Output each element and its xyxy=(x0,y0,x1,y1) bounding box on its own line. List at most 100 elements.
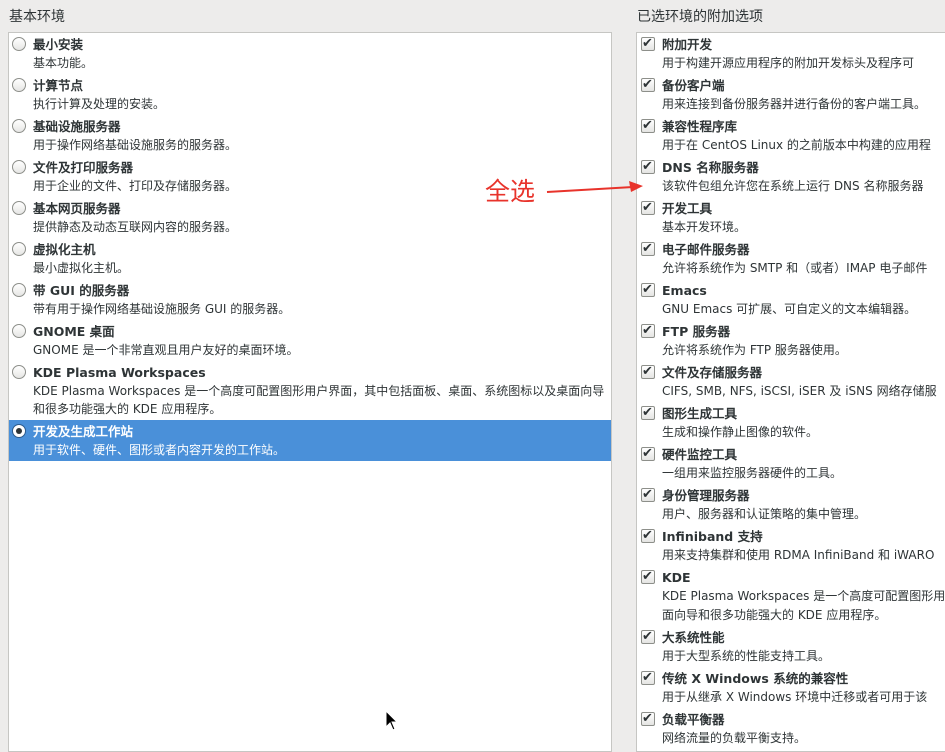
addons-list[interactable]: ✔ 附加开发 用于构建开源应用程序的附加开发标头及程序可 ✔ 备份客户端 用来连接到备份服… xyxy=(636,32,945,752)
checkbox[interactable]: ✔ xyxy=(641,528,655,543)
environment-name: KDE Plasma Workspaces xyxy=(33,365,206,380)
addon-description: GNU Emacs 可扩展、可自定义的文本编辑器。 xyxy=(662,302,917,316)
addon-description: 用于从继承 X Windows 环境中迁移或者可用于该 xyxy=(662,690,928,704)
addon-item[interactable]: ✔ 文件及存储服务器 CIFS, SMB, NFS, iSCSI, iSER 及 i… xyxy=(637,361,945,402)
radio-button[interactable] xyxy=(12,37,26,51)
addon-item[interactable]: ✔ Infiniband 支持 用来支持集群和使用 RDMA InfiniBand … xyxy=(637,525,945,566)
checkbox[interactable]: ✔ xyxy=(641,323,655,338)
addon-item[interactable]: ✔ KDE KDE Plasma Workspaces 是一个高度可配置图形用 面向导… xyxy=(637,566,945,626)
base-environment-list[interactable]: 最小安装基本功能。计算节点 执行计算及处理的安装。 基础设施服务器 用于操作网络基础设… xyxy=(8,32,612,752)
environment-item[interactable]: 计算节点 执行计算及处理的安装。 xyxy=(9,74,611,115)
environment-item[interactable]: 基础设施服务器 用于操作网络基础设施服务的服务器。 xyxy=(9,115,611,156)
addon-description: 基本开发环境。 xyxy=(662,220,747,234)
environment-name: 带 GUI 的服务器 xyxy=(33,283,130,298)
checkbox[interactable]: ✔ xyxy=(641,77,655,92)
radio-button[interactable] xyxy=(12,242,26,256)
addons-title: 已选环境的附加选项 xyxy=(637,9,763,25)
radio-button[interactable] xyxy=(12,160,26,174)
addon-name: 身份管理服务器 xyxy=(662,488,750,503)
environment-name: 最小安装 xyxy=(33,37,84,52)
addon-name: 文件及存储服务器 xyxy=(662,365,763,380)
checkmark-icon: ✔ xyxy=(642,77,653,92)
checkmark-icon: ✔ xyxy=(642,405,653,420)
environment-name: 计算节点 xyxy=(33,78,84,93)
addon-item[interactable]: ✔ 开发工具基本开发环境。 xyxy=(637,197,945,238)
environment-description: 用于操作网络基础设施服务的服务器。 xyxy=(33,138,238,152)
addon-description-line2: 面向导和很多功能强大的 KDE 应用程序。 xyxy=(662,608,887,622)
checkbox[interactable]: ✔ xyxy=(641,159,655,174)
addon-item[interactable]: ✔ 硬件监控工具 一组用来监控服务器硬件的工具。 xyxy=(637,443,945,484)
addon-item[interactable]: ✔ Emacs GNU Emacs 可扩展、可自定义的文本编辑器。 xyxy=(637,279,945,320)
addon-description: 网络流量的负载平衡支持。 xyxy=(662,731,807,745)
checkbox[interactable]: ✔ xyxy=(641,405,655,420)
addon-name: 图形生成工具 xyxy=(662,406,738,421)
checkbox[interactable]: ✔ xyxy=(641,629,655,644)
addon-item[interactable]: ✔ FTP 服务器 允许将系统作为 FTP 服务器使用。 xyxy=(637,320,945,361)
base-environment-title: 基本环境 xyxy=(9,9,65,25)
checkbox[interactable]: ✔ xyxy=(641,364,655,379)
radio-selected-dot-icon xyxy=(16,428,22,434)
addon-item[interactable]: ✔ 备份客户端 用来连接到备份服务器并进行备份的客户端工具。 xyxy=(637,74,945,115)
checkmark-icon: ✔ xyxy=(642,241,653,256)
checkbox[interactable]: ✔ xyxy=(641,569,655,584)
addon-name: 开发工具 xyxy=(662,201,713,216)
addon-item[interactable]: ✔ 兼容性程序库 用于在 CentOS Linux 的之前版本中构建的应用程 xyxy=(637,115,945,156)
radio-button[interactable] xyxy=(12,119,26,133)
addon-item[interactable]: ✔ 传统 X Windows 系统的兼容性 用于从继承 X Windows 环境中迁… xyxy=(637,667,945,708)
environment-description: KDE Plasma Workspaces 是一个高度可配置图形用户界面，其中包… xyxy=(33,384,605,416)
addon-description: 用于大型系统的性能支持工具。 xyxy=(662,649,831,663)
annotation-select-all-label: 全选 xyxy=(485,177,536,206)
checkbox[interactable]: ✔ xyxy=(641,670,655,685)
checkbox[interactable]: ✔ xyxy=(641,446,655,461)
environment-item[interactable]: 最小安装 基本功能。 xyxy=(9,33,611,74)
radio-button[interactable] xyxy=(12,201,26,215)
addon-name: 附加开发 xyxy=(662,37,713,52)
radio-button[interactable] xyxy=(12,424,26,438)
checkbox[interactable]: ✔ xyxy=(641,282,655,297)
addon-item[interactable]: ✔ 负载平衡器网络流量的负载平衡支持。 xyxy=(637,708,945,749)
radio-button[interactable] xyxy=(12,283,26,297)
environment-description: 带有用于操作网络基础设施服务 GUI 的服务器。 xyxy=(33,302,291,316)
addon-item[interactable]: ✔ 附加开发 用于构建开源应用程序的附加开发标头及程序可 xyxy=(637,33,945,74)
environment-description: 用于软件、硬件、图形或者内容开发的工作站。 xyxy=(33,443,286,457)
addon-name: 负载平衡器 xyxy=(662,712,725,727)
addon-description: 允许将系统作为 SMTP 和（或者）IMAP 电子邮件 xyxy=(662,261,928,275)
annotation-arrow-icon xyxy=(546,181,643,193)
addon-description: 用于在 CentOS Linux 的之前版本中构建的应用程 xyxy=(662,138,931,152)
environment-description: 基本功能。 xyxy=(33,56,94,70)
checkmark-icon: ✔ xyxy=(642,282,653,297)
addon-description: 用来支持集群和使用 RDMA InfiniBand 和 iWARO xyxy=(662,548,935,562)
environment-item[interactable]: KDE Plasma Workspaces KDE Plasma Workspac… xyxy=(9,361,611,420)
addon-item[interactable]: ✔ 图形生成工具生成和操作静止图像的软件。 xyxy=(637,402,945,443)
environment-description: 提供静态及动态互联网内容的服务器。 xyxy=(33,220,238,234)
checkmark-icon: ✔ xyxy=(642,629,653,644)
environment-item[interactable]: GNOME 桌面 GNOME 是一个非常直观且用户友好的桌面环境。 xyxy=(9,320,611,361)
checkmark-icon: ✔ xyxy=(642,200,653,215)
addon-name: Emacs xyxy=(662,283,707,298)
radio-button[interactable] xyxy=(12,365,26,379)
checkbox[interactable]: ✔ xyxy=(641,487,655,502)
addon-item[interactable]: ✔ 身份管理服务器 用户、服务器和认证策略的集中管理。 xyxy=(637,484,945,525)
checkbox[interactable]: ✔ xyxy=(641,200,655,215)
checkbox[interactable]: ✔ xyxy=(641,241,655,256)
radio-button[interactable] xyxy=(12,78,26,92)
addon-description: 生成和操作静止图像的软件。 xyxy=(662,425,819,439)
environment-description: GNOME 是一个非常直观且用户友好的桌面环境。 xyxy=(33,343,299,357)
environment-item[interactable]: 开发及生成工作站 用于软件、硬件、图形或者内容开发的工作站。 xyxy=(9,420,611,461)
checkbox[interactable]: ✔ xyxy=(641,118,655,133)
addon-description: 该软件包组允许您在系统上运行 DNS 名称服务器 xyxy=(662,179,924,193)
environment-item[interactable]: 虚拟化主机 最小虚拟化主机。 xyxy=(9,238,611,279)
radio-button[interactable] xyxy=(12,324,26,338)
environment-item[interactable]: 带 GUI 的服务器带有用于操作网络基础设施服务 GUI 的服务器。 xyxy=(9,279,611,320)
checkmark-icon: ✔ xyxy=(642,323,653,338)
addon-name: DNS 名称服务器 xyxy=(662,160,759,175)
addon-name: 硬件监控工具 xyxy=(662,447,738,462)
environment-name: 虚拟化主机 xyxy=(33,242,96,257)
checkbox[interactable]: ✔ xyxy=(641,711,655,726)
addon-item[interactable]: ✔ 大系统性能 用于大型系统的性能支持工具。 xyxy=(637,626,945,667)
addon-description: CIFS, SMB, NFS, iSCSI, iSER 及 iSNS 网络存储服 xyxy=(662,384,937,398)
checkbox[interactable]: ✔ xyxy=(641,36,655,51)
checkmark-icon: ✔ xyxy=(642,118,653,133)
addon-item[interactable]: ✔ DNS 名称服务器该软件包组允许您在系统上运行 DNS 名称服务器 xyxy=(637,156,945,197)
addon-item[interactable]: ✔ 电子邮件服务器 允许将系统作为 SMTP 和（或者）IMAP 电子邮件 xyxy=(637,238,945,279)
